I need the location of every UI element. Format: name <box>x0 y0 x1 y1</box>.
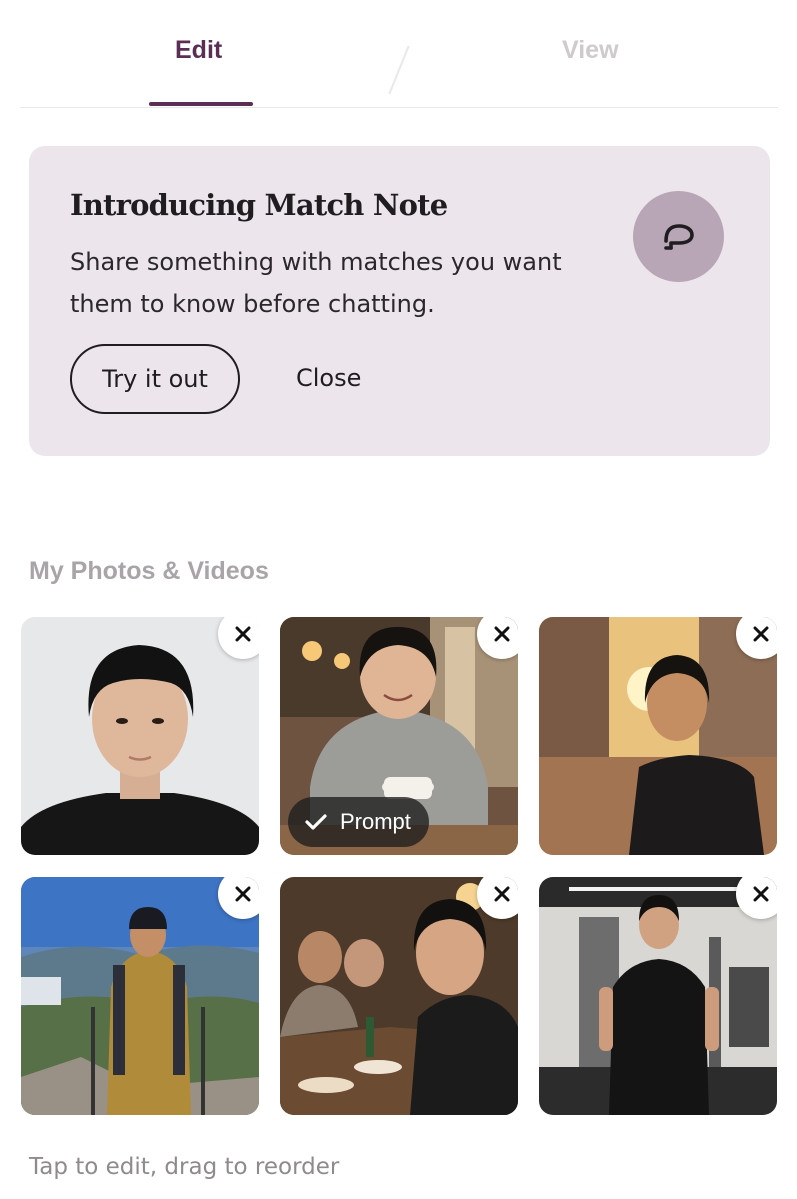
close-icon <box>753 626 769 642</box>
chat-bubble-icon <box>633 191 724 282</box>
photo-tile-4[interactable] <box>21 877 259 1115</box>
close-icon <box>235 886 251 902</box>
photo-tile-2[interactable]: Prompt <box>280 617 518 855</box>
match-note-banner: Introducing Match Note Share something w… <box>29 146 770 456</box>
active-tab-indicator <box>149 102 253 106</box>
photo-image <box>21 617 259 855</box>
close-icon <box>753 886 769 902</box>
checkmark-icon <box>305 814 327 830</box>
photos-section-title: My Photos & Videos <box>29 557 269 585</box>
photo-image <box>280 877 518 1115</box>
photo-tile-1[interactable] <box>21 617 259 855</box>
close-icon <box>494 886 510 902</box>
try-it-out-button[interactable]: Try it out <box>70 344 240 414</box>
prompt-badge[interactable]: Prompt <box>288 797 429 847</box>
tab-divider <box>388 45 410 95</box>
photo-tile-6[interactable] <box>539 877 777 1115</box>
banner-body: Share something with matches you want th… <box>70 248 562 318</box>
close-banner-button[interactable]: Close <box>296 364 361 392</box>
photo-tile-5[interactable] <box>280 877 518 1115</box>
photo-image <box>21 877 259 1115</box>
tab-view[interactable]: View <box>562 36 619 65</box>
photo-image <box>539 617 777 855</box>
close-icon <box>494 626 510 642</box>
banner-title: Introducing Match Note <box>70 188 448 222</box>
close-icon <box>235 626 251 642</box>
tab-bar: Edit View <box>20 0 778 108</box>
tab-edit[interactable]: Edit <box>175 36 222 65</box>
prompt-label: Prompt <box>340 809 411 834</box>
photo-tile-3[interactable] <box>539 617 777 855</box>
reorder-hint: Tap to edit, drag to reorder <box>29 1154 340 1180</box>
photo-image <box>539 877 777 1115</box>
